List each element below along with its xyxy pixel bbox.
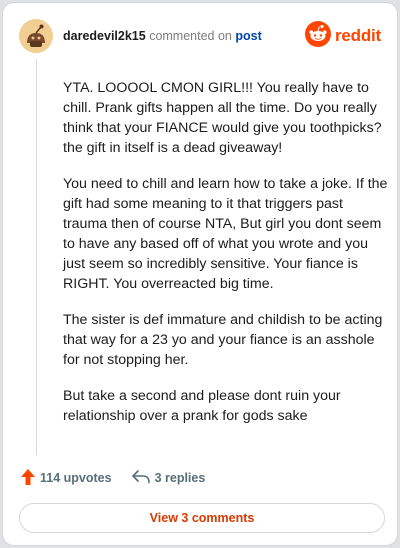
upvote-count: 114 upvotes: [40, 471, 112, 485]
snoo-avatar-icon[interactable]: [19, 19, 53, 53]
action-text: commented on: [149, 29, 232, 43]
comment-paragraph: But take a second and please dont ruin y…: [63, 388, 341, 424]
comment-card: daredevil2k15 commented on post reddit Y…: [2, 2, 398, 546]
reddit-logo[interactable]: reddit: [304, 20, 381, 52]
view-comments-button[interactable]: View 3 comments: [19, 503, 385, 533]
post-link[interactable]: post: [235, 29, 261, 43]
upvote-button[interactable]: 114 upvotes: [21, 468, 112, 488]
upvote-arrow-icon: [21, 468, 35, 488]
view-comments-label: View 3 comments: [149, 511, 255, 525]
comment-body: YTA. LOOOOL CMON GIRL!!! You really have…: [63, 78, 389, 442]
comment-paragraph: YTA. LOOOOL CMON GIRL!!! You really have…: [63, 80, 382, 156]
reply-arrow-icon: [131, 469, 150, 487]
reddit-wordmark: reddit: [334, 26, 381, 45]
comment-paragraph: You need to chill and learn how to take …: [63, 176, 388, 292]
comment-actions: 114 upvotes 3 replies: [21, 468, 225, 488]
reddit-alien-icon: [304, 20, 331, 52]
reply-count: 3 replies: [154, 471, 206, 485]
replies-button[interactable]: 3 replies: [131, 469, 206, 487]
comment-meta: daredevil2k15 commented on post: [63, 29, 262, 43]
username[interactable]: daredevil2k15: [63, 29, 146, 43]
comment-header: daredevil2k15 commented on post reddit: [19, 19, 381, 53]
thread-line[interactable]: [36, 59, 37, 455]
comment-paragraph: The sister is def immature and childish …: [63, 312, 383, 368]
